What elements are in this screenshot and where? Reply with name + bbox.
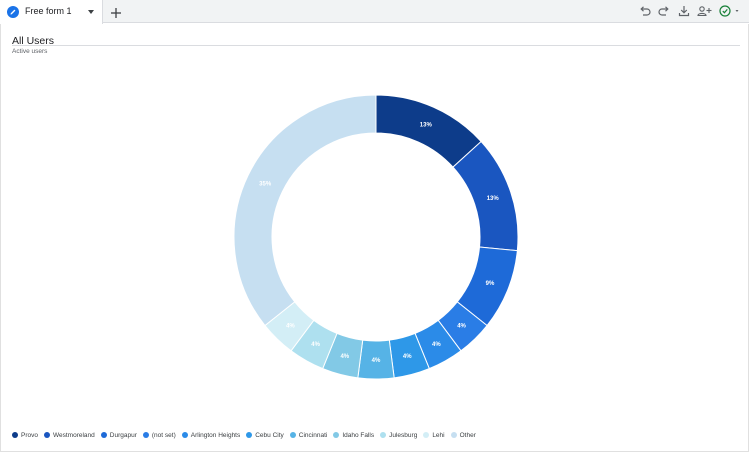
- download-icon: [678, 6, 690, 17]
- legend-swatch: [100, 432, 107, 438]
- legend-swatch: [246, 432, 253, 438]
- legend-item[interactable]: Durgapur: [100, 431, 137, 439]
- slice-percent-label: 9%: [486, 281, 495, 287]
- slice-percent-label: 4%: [340, 354, 349, 360]
- legend-label: Durgapur: [109, 431, 137, 439]
- check-status-icon: [719, 5, 731, 17]
- chart-legend: Provo Westmoreland Durgapur (not set) Arling…: [12, 430, 482, 440]
- legend-item[interactable]: Lehi: [423, 431, 445, 439]
- slice-percent-label: 4%: [432, 342, 441, 348]
- visualization-canvas: All Users Active users 13% 13% 9% 4% 4% 4% 4% 4…: [0, 24, 749, 452]
- legend-label: Cebu City: [255, 431, 284, 439]
- legend-swatch: [142, 432, 149, 438]
- tab-free-form-1[interactable]: Free form 1: [0, 0, 103, 24]
- slice-percent-label: 35%: [259, 182, 272, 188]
- download-button[interactable]: [676, 3, 692, 19]
- pencil-icon: [7, 6, 19, 18]
- legend-label: Westmoreland: [52, 431, 95, 439]
- slice-percent-label: 4%: [403, 354, 412, 360]
- legend-item[interactable]: Cincinnati: [289, 431, 328, 439]
- legend-label: Other: [459, 431, 476, 439]
- legend-label: Lehi: [432, 431, 445, 439]
- legend-label: (not set): [151, 431, 176, 439]
- slice-percent-label: 13%: [487, 196, 500, 202]
- donut-slice-other[interactable]: [233, 94, 377, 327]
- legend-swatch: [43, 432, 50, 438]
- legend-item[interactable]: Cebu City: [246, 432, 284, 439]
- legend-swatch: [333, 432, 340, 438]
- donut-chart[interactable]: 13% 13% 9% 4% 4% 4% 4% 4% 4% 4% 35%: [1, 24, 748, 404]
- legend-swatch: [450, 432, 457, 438]
- tab-bar: Free form 1: [0, 0, 749, 24]
- status-menu-button[interactable]: [717, 3, 743, 19]
- tab-menu-chevron-icon[interactable]: [88, 10, 94, 14]
- legend-swatch: [181, 432, 188, 438]
- legend-label: Arlington Heights: [190, 431, 241, 439]
- chevron-down-icon: [735, 10, 739, 12]
- legend-swatch: [289, 432, 296, 438]
- legend-label: Provo: [21, 431, 38, 439]
- legend-swatch: [423, 432, 430, 438]
- slice-percent-label: 13%: [420, 123, 433, 129]
- undo-icon: [640, 6, 651, 16]
- slice-percent-label: 4%: [372, 358, 381, 364]
- share-users-icon: [697, 6, 712, 17]
- legend-item[interactable]: (not set): [142, 431, 176, 439]
- share-button[interactable]: [696, 3, 712, 19]
- slice-percent-label: 4%: [457, 323, 466, 329]
- legend-item[interactable]: Julesburg: [380, 432, 417, 439]
- donut-slice-westmoreland[interactable]: [452, 140, 519, 252]
- legend-label: Idaho Falls: [342, 431, 375, 439]
- legend-item[interactable]: Idaho Falls: [333, 432, 374, 439]
- add-tab-button[interactable]: [103, 2, 129, 23]
- legend-item[interactable]: Provo: [12, 432, 38, 439]
- slice-percent-label: 4%: [311, 342, 320, 348]
- add-tab-icon: [111, 8, 121, 18]
- legend-swatch: [12, 432, 18, 438]
- legend-item[interactable]: Westmoreland: [43, 431, 95, 439]
- legend-item[interactable]: Other: [450, 431, 476, 439]
- legend-label: Julesburg: [389, 431, 418, 439]
- legend-swatch: [380, 432, 387, 438]
- tab-label: Free form 1: [25, 6, 72, 16]
- legend-item[interactable]: Arlington Heights: [181, 431, 241, 439]
- redo-icon: [658, 6, 669, 16]
- undo-button[interactable]: [637, 3, 653, 19]
- legend-label: Cincinnati: [298, 431, 328, 439]
- slice-percent-label: 4%: [286, 323, 295, 329]
- redo-button[interactable]: [656, 3, 672, 19]
